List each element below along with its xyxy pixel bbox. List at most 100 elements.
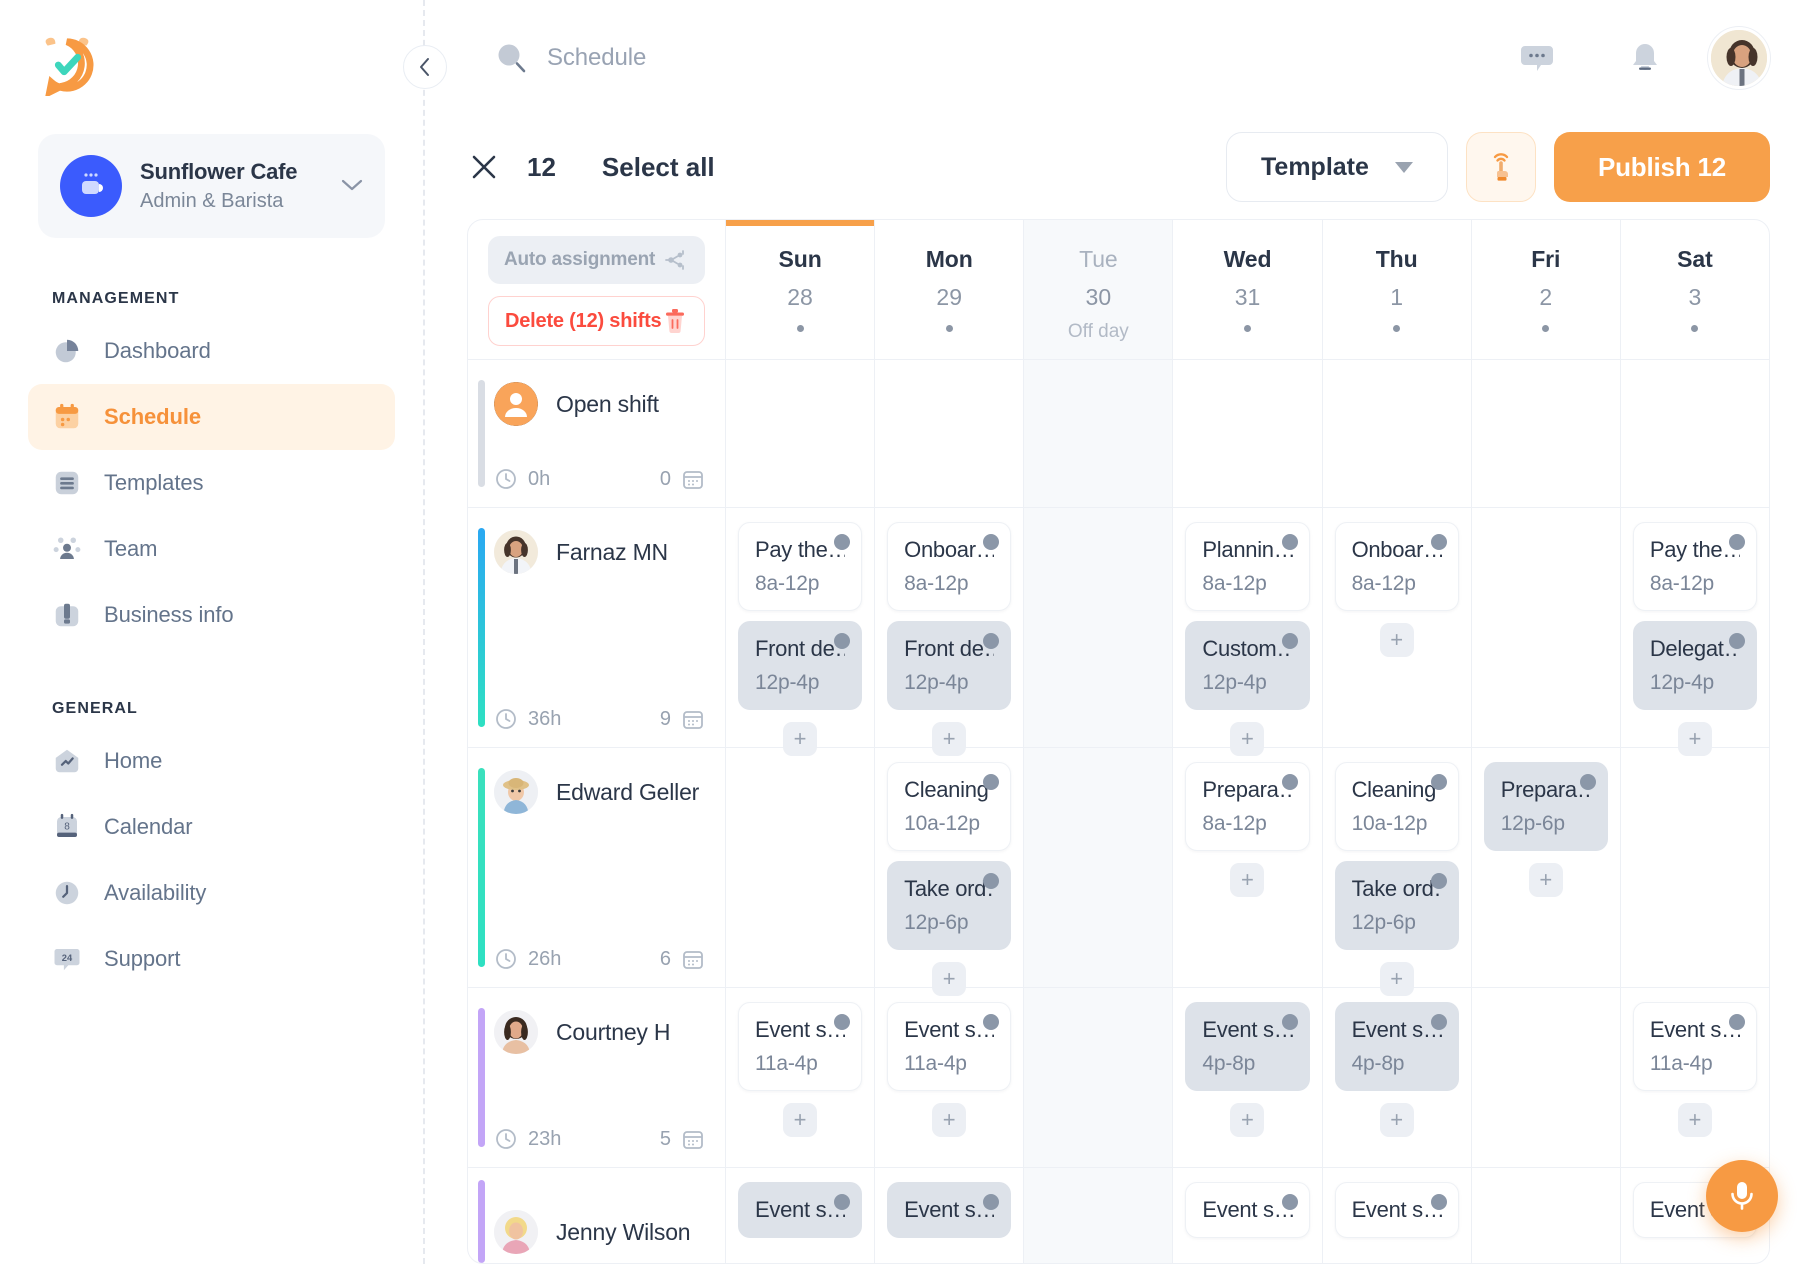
schedule-cell[interactable] — [1024, 1168, 1172, 1263]
schedule-cell[interactable]: Prepara… 8a-12p + — [1173, 748, 1321, 987]
sidebar-item-home[interactable]: Home — [28, 728, 395, 794]
shift-card[interactable]: Cleaning 10a-12p — [887, 762, 1011, 851]
schedule-cell[interactable] — [1621, 748, 1769, 987]
day-header-fri[interactable]: Fri 2 — [1472, 220, 1621, 359]
sidebar-item-calendar[interactable]: 8 Calendar — [28, 794, 395, 860]
shift-card[interactable]: Take ord… 12p-6p — [887, 861, 1011, 950]
schedule-cell[interactable]: Plannin… 8a-12p Custom… 12p-4p + — [1173, 508, 1321, 747]
add-shift-button[interactable]: + — [1230, 1103, 1264, 1137]
schedule-cell[interactable]: Event s… 11a-4p + — [1621, 988, 1769, 1167]
shift-card[interactable]: Onboar… 8a-12p — [1335, 522, 1459, 611]
add-shift-button[interactable]: + — [783, 1103, 817, 1137]
add-shift-button[interactable]: + — [1678, 1103, 1712, 1137]
shift-card[interactable]: Front de… 12p-4p — [887, 621, 1011, 710]
schedule-cell[interactable]: Event s… — [726, 1168, 874, 1263]
schedule-cell[interactable]: Event s… 4p-8p + — [1173, 988, 1321, 1167]
day-header-sun[interactable]: Sun 28 — [726, 220, 875, 359]
schedule-cell[interactable] — [1621, 360, 1769, 507]
schedule-cell[interactable] — [1323, 360, 1471, 507]
shift-card[interactable]: Delegat… 12p-4p — [1633, 621, 1757, 710]
sidebar-item-support[interactable]: 24 Support — [28, 926, 395, 992]
schedule-cell[interactable]: Event s… — [875, 1168, 1023, 1263]
schedule-cell[interactable]: Onboar… 8a-12p + — [1323, 508, 1471, 747]
template-dropdown[interactable]: Template — [1226, 132, 1448, 202]
shift-card[interactable]: Custom… 12p-4p — [1185, 621, 1309, 710]
day-header-tue[interactable]: Tue 30 Off day — [1024, 220, 1173, 359]
day-header-sat[interactable]: Sat 3 — [1621, 220, 1769, 359]
row-person-cell[interactable]: Farnaz MN 36h 9 — [468, 508, 726, 747]
schedule-cell[interactable]: Event s… 4p-8p + — [1323, 988, 1471, 1167]
day-header-thu[interactable]: Thu 1 — [1323, 220, 1472, 359]
shift-card[interactable]: Event s… 11a-4p — [738, 1002, 862, 1091]
day-header-mon[interactable]: Mon 29 — [875, 220, 1024, 359]
add-shift-button[interactable]: + — [1230, 863, 1264, 897]
row-person-cell[interactable]: Courtney H 23h 5 — [468, 988, 726, 1167]
schedule-cell[interactable] — [726, 748, 874, 987]
schedule-cell[interactable]: Cleaning 10a-12p Take ord… 12p-6p + — [1323, 748, 1471, 987]
publish-button[interactable]: Publish 12 — [1554, 132, 1770, 202]
schedule-cell[interactable] — [1472, 508, 1620, 747]
chat-bubble-icon[interactable] — [1518, 39, 1556, 77]
shift-card[interactable]: Front de… 12p-4p — [738, 621, 862, 710]
add-shift-button[interactable]: + — [1380, 623, 1414, 657]
schedule-cell[interactable] — [1024, 748, 1172, 987]
shift-card[interactable]: Onboar… 8a-12p — [887, 522, 1011, 611]
row-person-cell[interactable]: Edward Geller 26h 6 — [468, 748, 726, 987]
schedule-cell[interactable]: Event s… — [1323, 1168, 1471, 1263]
schedule-cell[interactable]: Pay the… 8a-12p Front de… 12p-4p + — [726, 508, 874, 747]
sidebar-item-dashboard[interactable]: Dashboard — [28, 318, 395, 384]
add-shift-button[interactable]: + — [1529, 863, 1563, 897]
shift-card[interactable]: Event s… — [1185, 1182, 1309, 1238]
schedule-cell[interactable]: Event s… 11a-4p + — [726, 988, 874, 1167]
sidebar-item-team[interactable]: Team — [28, 516, 395, 582]
schedule-cell[interactable] — [875, 360, 1023, 507]
bell-icon[interactable] — [1626, 39, 1664, 77]
sidebar-item-availability[interactable]: Availability — [28, 860, 395, 926]
schedule-cell[interactable] — [1472, 988, 1620, 1167]
search-input[interactable]: Schedule — [493, 40, 988, 76]
shift-card[interactable]: Event s… 11a-4p — [887, 1002, 1011, 1091]
shift-card[interactable]: Event s… 4p-8p — [1335, 1002, 1459, 1091]
shift-card[interactable]: Prepara… 8a-12p — [1185, 762, 1309, 851]
add-shift-button[interactable]: + — [1380, 1103, 1414, 1137]
voice-assistant-button[interactable] — [1706, 1160, 1778, 1232]
shift-card[interactable]: Pay the… 8a-12p — [738, 522, 862, 611]
shift-card[interactable]: Event s… — [738, 1182, 862, 1238]
row-person-cell[interactable]: Jenny Wilson — [468, 1168, 726, 1263]
shift-card[interactable]: Event s… 11a-4p — [1633, 1002, 1757, 1091]
schedule-cell[interactable]: Prepara… 12p-6p + — [1472, 748, 1620, 987]
shift-card[interactable]: Plannin… 8a-12p — [1185, 522, 1309, 611]
chevron-down-icon[interactable] — [341, 176, 363, 197]
auto-touch-button[interactable] — [1466, 132, 1536, 202]
sidebar-item-business-info[interactable]: Business info — [28, 582, 395, 648]
delete-shifts-button[interactable]: Delete (12) shifts — [488, 296, 705, 346]
user-avatar[interactable] — [1708, 27, 1770, 89]
shift-card[interactable]: Event s… — [1335, 1182, 1459, 1238]
schedule-cell[interactable] — [1024, 988, 1172, 1167]
schedule-cell[interactable] — [1024, 508, 1172, 747]
shift-card[interactable]: Event s… — [887, 1182, 1011, 1238]
schedule-cell[interactable]: Event s… — [1173, 1168, 1321, 1263]
schedule-cell[interactable] — [1173, 360, 1321, 507]
shift-card[interactable]: Pay the… 8a-12p — [1633, 522, 1757, 611]
schedule-cell[interactable] — [726, 360, 874, 507]
shift-card[interactable]: Event s… 4p-8p — [1185, 1002, 1309, 1091]
sidebar-item-schedule[interactable]: Schedule — [28, 384, 395, 450]
schedule-cell[interactable]: Pay the… 8a-12p Delegat… 12p-4p + — [1621, 508, 1769, 747]
select-all-button[interactable]: Select all — [602, 152, 715, 183]
schedule-cell[interactable] — [1024, 360, 1172, 507]
schedule-cell[interactable] — [1472, 360, 1620, 507]
schedule-cell[interactable] — [1472, 1168, 1620, 1263]
close-selection-button[interactable] — [467, 150, 501, 184]
day-header-wed[interactable]: Wed 31 — [1173, 220, 1322, 359]
business-switcher[interactable]: Sunflower Cafe Admin & Barista — [38, 134, 385, 238]
add-shift-button[interactable]: + — [932, 1103, 966, 1137]
schedule-cell[interactable]: Onboar… 8a-12p Front de… 12p-4p + — [875, 508, 1023, 747]
shift-card[interactable]: Take ord… 12p-6p — [1335, 861, 1459, 950]
row-person-cell[interactable]: Open shift 0h 0 — [468, 360, 726, 507]
auto-assignment-button[interactable]: Auto assignment — [488, 236, 705, 284]
shift-card[interactable]: Cleaning 10a-12p — [1335, 762, 1459, 851]
schedule-cell[interactable]: Cleaning 10a-12p Take ord… 12p-6p + — [875, 748, 1023, 987]
sidebar-collapse-button[interactable] — [403, 45, 447, 89]
schedule-cell[interactable]: Event s… 11a-4p + — [875, 988, 1023, 1167]
